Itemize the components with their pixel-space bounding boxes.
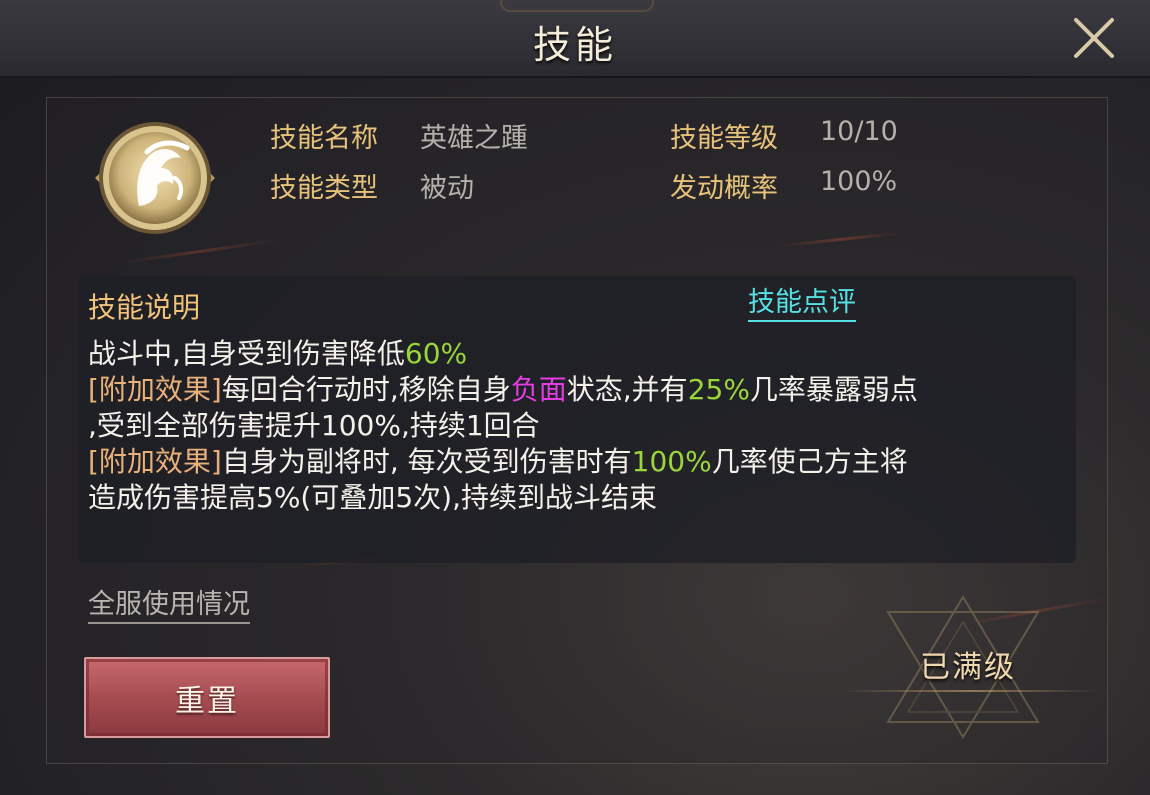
skill-icon — [95, 118, 215, 238]
effect-tag: [附加效果] — [88, 373, 222, 406]
hero-helmet-icon — [95, 122, 215, 234]
highlight-value: 100% — [631, 445, 712, 478]
close-icon — [1074, 18, 1114, 58]
title-crest — [500, 0, 654, 12]
description-line: 造成伤害提高5%(可叠加5次),持续到战斗结束 — [88, 481, 657, 514]
server-usage-link[interactable]: 全服使用情况 — [88, 588, 250, 624]
reset-button-label: 重置 — [175, 683, 239, 719]
max-level-label: 已满级 — [920, 650, 1016, 685]
description-line: ,受到全部伤害提升100%,持续1回合 — [88, 409, 540, 442]
effect-tag: [附加效果] — [88, 445, 222, 478]
skill-type-value: 被动 — [420, 173, 474, 204]
reset-button[interactable]: 重置 — [84, 657, 330, 738]
page-title: 技能 — [532, 23, 617, 67]
skill-review-link[interactable]: 技能点评 — [748, 286, 856, 322]
negative-keyword: 负面 — [510, 373, 567, 406]
close-button[interactable] — [1070, 14, 1118, 62]
description-text: 战斗中,自身受到伤害降低60% [附加效果]每回合行动时,移除自身负面状态,并有… — [88, 336, 1068, 516]
skill-name-value: 英雄之踵 — [420, 123, 528, 154]
skill-type-label: 技能类型 — [270, 173, 378, 204]
description-line: [附加效果]自身为副将时, 每次受到伤害时有100%几率使己方主将 — [88, 445, 908, 478]
trigger-chance-label: 发动概率 — [670, 173, 778, 204]
highlight-value: 25% — [687, 373, 750, 406]
description-line: 战斗中,自身受到伤害降低60% — [88, 337, 468, 370]
skill-name-label: 技能名称 — [270, 123, 378, 154]
maxed-divider — [840, 690, 1100, 692]
skill-level-value: 10/10 — [820, 116, 898, 147]
highlight-value: 60% — [404, 337, 468, 370]
description-title: 技能说明 — [88, 291, 201, 324]
trigger-chance-value: 100% — [820, 166, 898, 197]
title-bar: 技能 — [0, 0, 1150, 78]
skill-level-label: 技能等级 — [670, 123, 778, 154]
description-line: [附加效果]每回合行动时,移除自身负面状态,并有25%几率暴露弱点 — [88, 373, 918, 406]
